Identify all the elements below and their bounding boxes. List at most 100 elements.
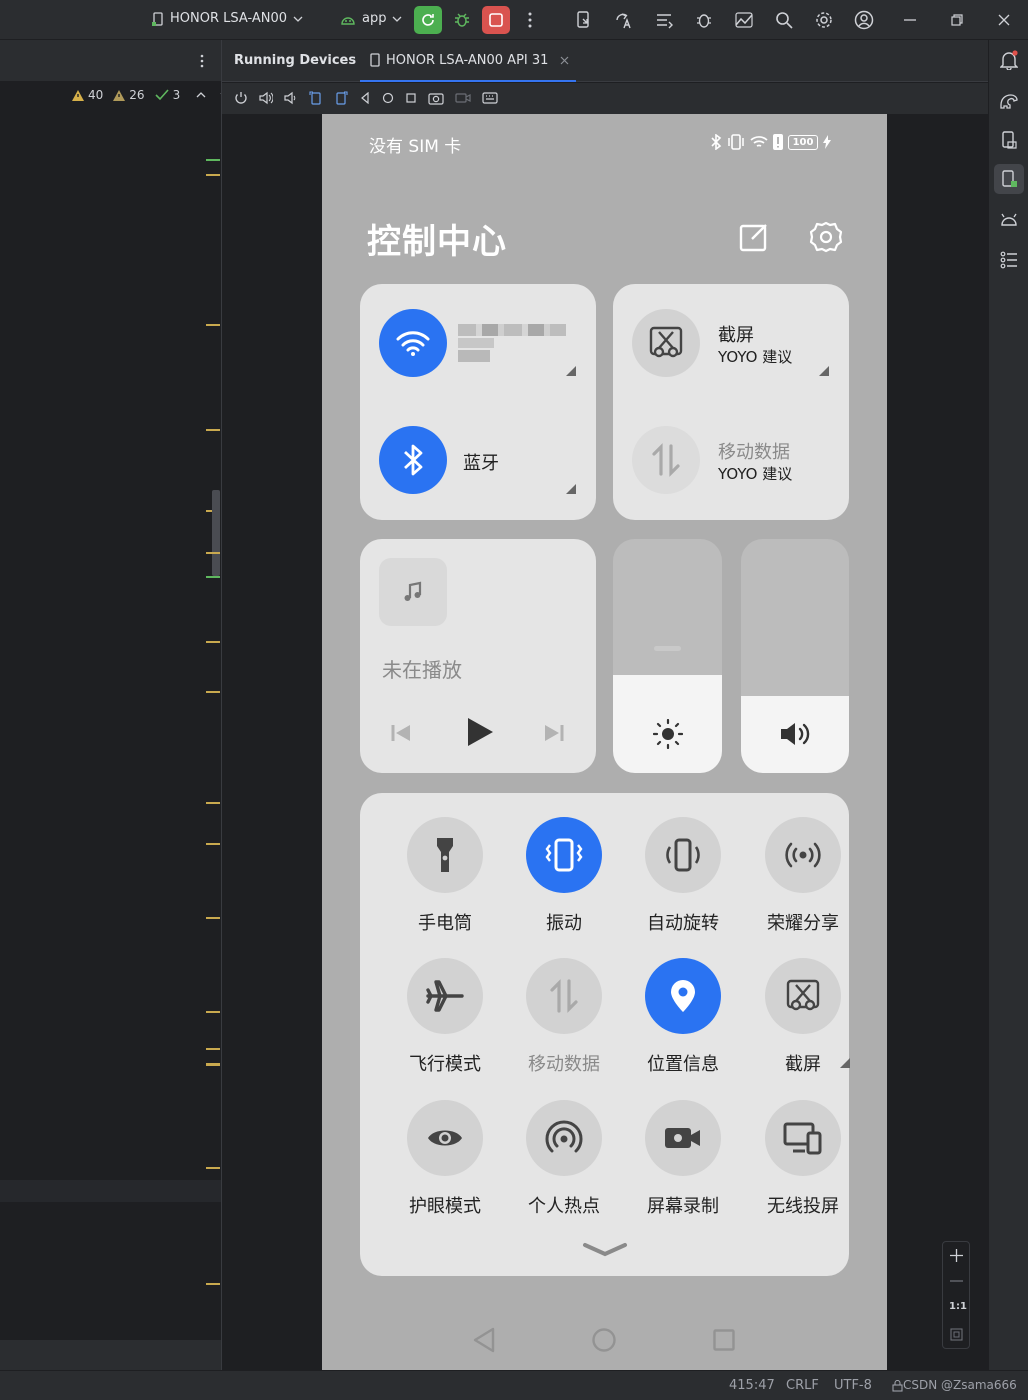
media-tile[interactable]: 未在播放	[360, 539, 596, 773]
cursor-position[interactable]: 415:47	[729, 1378, 775, 1393]
mobile-data-suggestion-button[interactable]	[632, 426, 700, 494]
location-icon[interactable]	[645, 958, 721, 1034]
toggle-screenshot[interactable]: 截屏	[744, 958, 854, 1078]
zoom-fit-icon[interactable]	[950, 1328, 963, 1341]
toggle-label: 荣耀分享	[767, 913, 839, 934]
flashlight-icon[interactable]	[407, 817, 483, 893]
volume-up-icon[interactable]	[259, 91, 273, 105]
toggle-label: 无线投屏	[767, 1196, 839, 1217]
structure-button[interactable]	[997, 248, 1021, 272]
toggle-location[interactable]: 位置信息	[624, 958, 734, 1078]
stop-button[interactable]	[482, 6, 510, 34]
previous-track-icon[interactable]	[390, 723, 412, 743]
next-track-icon[interactable]	[543, 723, 565, 743]
zoom-out-icon[interactable]	[950, 1280, 963, 1282]
lock-icon[interactable]	[892, 1380, 903, 1392]
more-actions-button[interactable]	[518, 8, 542, 32]
auto-rotate-icon[interactable]	[645, 817, 721, 893]
run-config-selector[interactable]: app	[340, 11, 402, 26]
list-bullets-icon	[1000, 251, 1017, 269]
nav-recents-icon[interactable]	[713, 1329, 735, 1351]
device-screen[interactable]: 没有 SIM 卡 100 控制中心 蓝牙 截屏 YOYO 建议 移动数据 YOY…	[322, 114, 887, 1370]
toggle-vibrate[interactable]: 振动	[505, 817, 615, 937]
translate-button[interactable]	[612, 8, 636, 32]
play-icon[interactable]	[466, 717, 494, 747]
connectivity-tile: 蓝牙	[360, 284, 596, 520]
toggle-auto-rotate[interactable]: 自动旋转	[624, 817, 734, 937]
rotate-right-icon[interactable]	[334, 91, 348, 105]
profiler-button[interactable]	[732, 8, 756, 32]
device-manager-button[interactable]	[572, 8, 596, 32]
mobile-data-icon[interactable]	[526, 958, 602, 1034]
brightness-handle[interactable]	[654, 646, 681, 651]
airplane-icon[interactable]	[407, 958, 483, 1034]
close-window-button[interactable]	[992, 8, 1016, 32]
toggle-share[interactable]: 荣耀分享	[744, 817, 854, 937]
zoom-in-icon[interactable]	[950, 1249, 963, 1262]
bluetooth-toggle[interactable]	[379, 426, 447, 494]
device-file-explorer-button[interactable]	[997, 128, 1021, 152]
toggle-flashlight[interactable]: 手电筒	[386, 817, 496, 937]
chevron-up-icon[interactable]	[196, 92, 206, 98]
device-selector[interactable]: HONOR LSA-AN00	[152, 11, 303, 26]
volume-slider[interactable]	[741, 539, 849, 773]
screenshot-icon[interactable]	[765, 958, 841, 1034]
screen-record-icon[interactable]	[455, 91, 471, 105]
expand-corner-icon[interactable]	[566, 484, 576, 494]
vibrate-icon[interactable]	[526, 817, 602, 893]
chevron-down-icon[interactable]	[582, 1242, 628, 1258]
toggle-airplane[interactable]: 飞行模式	[386, 958, 496, 1078]
toggle-cast[interactable]: 无线投屏	[744, 1100, 854, 1220]
panel-options-button[interactable]	[190, 49, 214, 73]
edit-button[interactable]	[738, 221, 770, 253]
line-separator[interactable]: CRLF	[786, 1378, 819, 1393]
home-icon[interactable]	[382, 92, 394, 104]
gradle-button[interactable]	[997, 88, 1021, 112]
settings-button[interactable]	[809, 220, 843, 254]
file-encoding[interactable]: UTF-8	[834, 1378, 872, 1393]
right-tool-strip	[988, 40, 1028, 1370]
hotspot-icon[interactable]	[526, 1100, 602, 1176]
minimize-button[interactable]	[898, 8, 922, 32]
toggle-mobile-data[interactable]: 移动数据	[505, 958, 615, 1078]
notifications-button[interactable]	[997, 48, 1021, 72]
toggle-eye[interactable]: 护眼模式	[386, 1100, 496, 1220]
expand-corner-icon[interactable]	[840, 1058, 850, 1068]
logcat-button[interactable]	[652, 8, 676, 32]
search-button[interactable]	[772, 8, 796, 32]
close-icon[interactable]	[560, 56, 569, 65]
restore-button[interactable]	[945, 8, 969, 32]
rotate-left-icon[interactable]	[309, 91, 323, 105]
toggle-hotspot[interactable]: 个人热点	[505, 1100, 615, 1220]
running-devices-button[interactable]	[994, 164, 1024, 194]
zoom-actual-size[interactable]: 1:1	[949, 1301, 967, 1312]
screenshot-suggestion-button[interactable]	[632, 309, 700, 377]
brightness-slider[interactable]	[613, 539, 722, 773]
rerun-button[interactable]	[414, 6, 442, 34]
settings-button[interactable]	[812, 8, 836, 32]
tab-device[interactable]: HONOR LSA-AN00 API 31	[360, 40, 576, 82]
back-icon[interactable]	[359, 92, 371, 104]
camera-icon[interactable]	[428, 91, 444, 105]
chevron-down-icon	[393, 16, 402, 22]
share-icon[interactable]	[765, 817, 841, 893]
cast-icon[interactable]	[765, 1100, 841, 1176]
volume-down-icon[interactable]	[284, 91, 298, 105]
power-icon[interactable]	[234, 91, 248, 105]
expand-corner-icon[interactable]	[566, 366, 576, 376]
record-icon[interactable]	[645, 1100, 721, 1176]
toggle-record[interactable]: 屏幕录制	[624, 1100, 734, 1220]
emulator-button[interactable]	[997, 208, 1021, 232]
account-button[interactable]	[852, 8, 876, 32]
expand-corner-icon[interactable]	[819, 366, 829, 376]
chevron-down-icon	[293, 16, 303, 22]
nav-back-icon[interactable]	[472, 1327, 496, 1353]
overview-icon[interactable]	[405, 92, 417, 104]
eye-icon[interactable]	[407, 1100, 483, 1176]
debug-button[interactable]	[450, 8, 474, 32]
nav-home-icon[interactable]	[592, 1328, 616, 1352]
wifi-toggle[interactable]	[379, 309, 447, 377]
inspection-summary[interactable]: 40 26 3	[0, 82, 230, 110]
attach-debugger-button[interactable]	[692, 8, 716, 32]
keyboard-icon[interactable]	[482, 91, 498, 105]
